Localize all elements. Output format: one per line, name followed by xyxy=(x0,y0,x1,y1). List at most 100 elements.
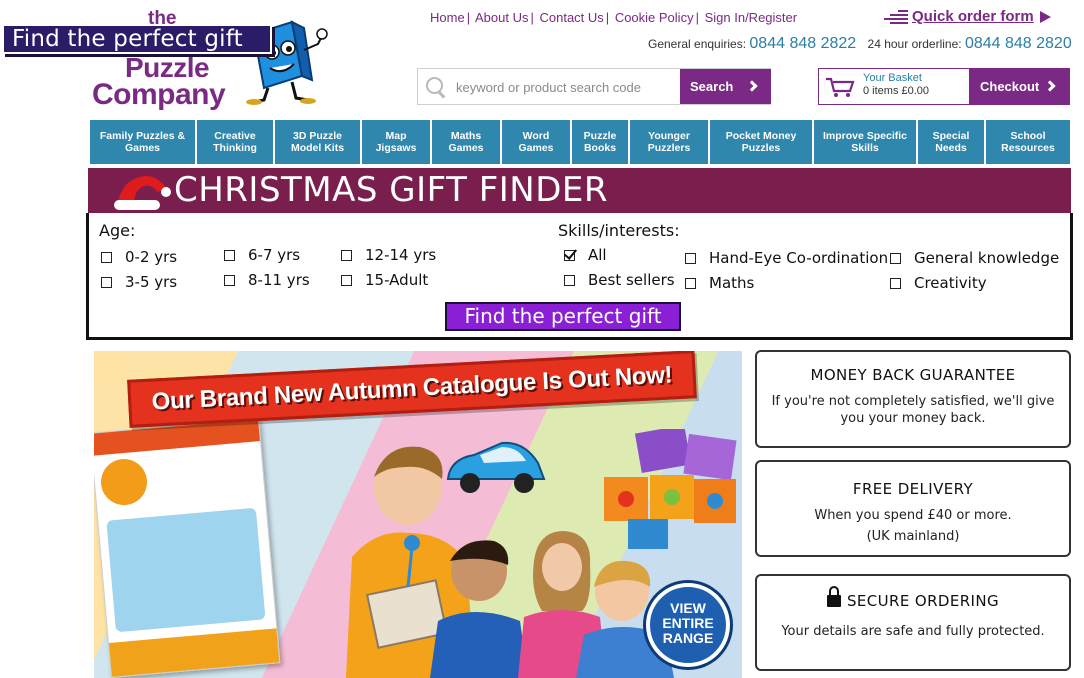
basket-widget: Your Basket 0 items £0.00 Checkout xyxy=(818,68,1070,105)
free-delivery-heading: FREE DELIVERY xyxy=(852,480,974,498)
catalogue-hero-banner[interactable]: Our Brand New Autumn Catalogue Is Out No… xyxy=(94,351,742,678)
nav-item-maths-games[interactable]: Maths Games xyxy=(432,120,502,164)
checkbox[interactable] xyxy=(564,275,575,286)
age-option-label: 15-Adult xyxy=(365,271,429,289)
skill-option[interactable]: All xyxy=(564,246,607,264)
quick-order-link[interactable]: Quick order form xyxy=(884,8,1051,26)
age-option-label: 8-11 yrs xyxy=(248,271,310,289)
checkbox[interactable] xyxy=(341,275,352,286)
age-option-label: 6-7 yrs xyxy=(248,246,301,264)
logo-text-company: Company xyxy=(92,78,226,111)
checkbox[interactable] xyxy=(101,277,112,288)
nav-item-word-games[interactable]: Word Games xyxy=(502,120,572,164)
money-back-guarantee-box: MONEY BACK GUARANTEE If you're not compl… xyxy=(755,350,1071,448)
age-option[interactable]: 3-5 yrs xyxy=(101,273,177,291)
age-option[interactable]: 8-11 yrs xyxy=(224,271,310,289)
link-separator: | xyxy=(530,10,534,25)
category-nav: Family Puzzles & Games Creative Thinking… xyxy=(90,120,1070,164)
link-about-us[interactable]: About Us xyxy=(475,10,528,25)
secure-ordering-text: Your details are safe and fully protecte… xyxy=(781,624,1045,639)
search-input[interactable] xyxy=(456,75,680,99)
age-option[interactable]: 15-Adult xyxy=(341,271,428,289)
find-perfect-gift-button[interactable]: Find the perfect gift xyxy=(445,302,681,331)
skill-option-label: Creativity xyxy=(914,274,987,292)
nav-item-improve-specific-skills[interactable]: Improve Specific Skills xyxy=(814,120,918,164)
age-option-label: 12-14 yrs xyxy=(365,246,437,264)
age-option[interactable]: 12-14 yrs xyxy=(341,246,436,264)
age-option[interactable]: 6-7 yrs xyxy=(224,246,300,264)
nav-item-puzzle-books[interactable]: Puzzle Books xyxy=(572,120,630,164)
lock-icon xyxy=(826,586,841,607)
orderline-label: 24 hour orderline: xyxy=(867,37,962,51)
enquiries-label: General enquiries: xyxy=(648,37,747,51)
skill-option[interactable]: Hand-Eye Co-ordination xyxy=(685,249,888,267)
site-logo[interactable]: the Puzzle Company xyxy=(92,8,332,111)
free-delivery-text: When you spend £40 or more. xyxy=(814,508,1012,523)
free-delivery-box: FREE DELIVERY When you spend £40 or more… xyxy=(755,460,1071,557)
search-button[interactable]: Search xyxy=(680,69,771,104)
nav-item-3d-puzzle-model-kits[interactable]: 3D Puzzle Model Kits xyxy=(275,120,362,164)
checkbox[interactable] xyxy=(685,278,696,289)
link-home[interactable]: Home xyxy=(430,10,465,25)
checkbox[interactable] xyxy=(224,275,235,286)
nav-item-family-puzzles-games[interactable]: Family Puzzles & Games xyxy=(90,120,197,164)
checkbox[interactable] xyxy=(890,253,901,264)
age-option-label: 0-2 yrs xyxy=(125,248,178,266)
secure-ordering-box: SECURE ORDERING Your details are safe an… xyxy=(755,574,1071,671)
nav-item-creative-thinking[interactable]: Creative Thinking xyxy=(197,120,275,164)
skill-option-label: All xyxy=(588,246,607,264)
link-sign-in-register[interactable]: Sign In/Register xyxy=(705,10,798,25)
nav-item-pocket-money-puzzles[interactable]: Pocket Money Puzzles xyxy=(710,120,814,164)
free-delivery-subtext: (UK mainland) xyxy=(866,529,960,544)
gift-finder-form: Age: 0-2 yrs 6-7 yrs 12-14 yrs 3-5 yrs 8… xyxy=(86,213,1073,340)
checkbox[interactable] xyxy=(101,252,112,263)
nav-item-school-resources[interactable]: School Resources xyxy=(986,120,1070,164)
search-icon xyxy=(426,77,446,97)
checkout-button[interactable]: Checkout xyxy=(969,69,1070,104)
chevron-right-icon xyxy=(746,80,758,92)
checkbox[interactable] xyxy=(685,253,696,264)
arrow-right-icon xyxy=(1039,11,1051,24)
money-back-text: If you're not completely satisfied, we'l… xyxy=(771,394,1055,426)
puzzle-mats-image xyxy=(604,429,737,549)
santa-hat-icon xyxy=(114,176,171,210)
search-button-label: Search xyxy=(690,79,734,94)
nav-item-younger-puzzlers[interactable]: Younger Puzzlers xyxy=(630,120,710,164)
search-bar: Search xyxy=(417,68,771,105)
nav-item-special-needs[interactable]: Special Needs xyxy=(918,120,986,164)
age-option-label: 3-5 yrs xyxy=(125,273,178,291)
skill-option[interactable]: Best sellers xyxy=(564,271,675,289)
checkbox[interactable] xyxy=(341,250,352,261)
basket-summary: 0 items £0.00 xyxy=(863,85,930,97)
skill-option[interactable]: Creativity xyxy=(890,274,987,292)
view-entire-range-button[interactable]: VIEW ENTIRE RANGE xyxy=(646,583,730,667)
skill-option-label: Best sellers xyxy=(588,271,675,289)
nav-item-map-jigsaws[interactable]: Map Jigsaws xyxy=(362,120,432,164)
link-contact-us[interactable]: Contact Us xyxy=(539,10,603,25)
link-separator: | xyxy=(695,10,699,25)
secure-ordering-heading-row: SECURE ORDERING xyxy=(757,586,1069,610)
checkbox-checked[interactable] xyxy=(564,250,575,261)
orderline-number: 0844 848 2820 xyxy=(964,35,1072,52)
checkbox[interactable] xyxy=(890,278,901,289)
top-links: Home | About Us | Contact Us | Cookie Polic… xyxy=(430,10,797,25)
find-perfect-gift-tab[interactable]: Find the perfect gift xyxy=(2,24,272,54)
chevron-right-icon xyxy=(1044,80,1056,92)
age-option[interactable]: 0-2 yrs xyxy=(101,248,177,266)
skill-option-label: Hand-Eye Co-ordination xyxy=(709,249,889,267)
skill-option[interactable]: Maths xyxy=(685,274,754,292)
checkout-label: Checkout xyxy=(980,79,1040,94)
quick-order-label: Quick order form xyxy=(912,8,1034,25)
skills-label: Skills/interests: xyxy=(558,221,680,240)
skill-option-label: General knowledge xyxy=(914,249,1060,267)
checkbox[interactable] xyxy=(224,250,235,261)
skill-option-label: Maths xyxy=(709,274,755,292)
shopping-cart-icon[interactable] xyxy=(825,76,855,98)
basket-title[interactable]: Your Basket xyxy=(863,72,922,84)
secure-ordering-heading: SECURE ORDERING xyxy=(846,592,1000,610)
link-cookie-policy[interactable]: Cookie Policy xyxy=(615,10,694,25)
enquiries-number: 0844 848 2822 xyxy=(749,35,857,52)
speed-lines-icon xyxy=(884,8,908,26)
gift-finder-title: CHRISTMAS GIFT FINDER xyxy=(174,170,609,210)
skill-option[interactable]: General knowledge xyxy=(890,249,1059,267)
